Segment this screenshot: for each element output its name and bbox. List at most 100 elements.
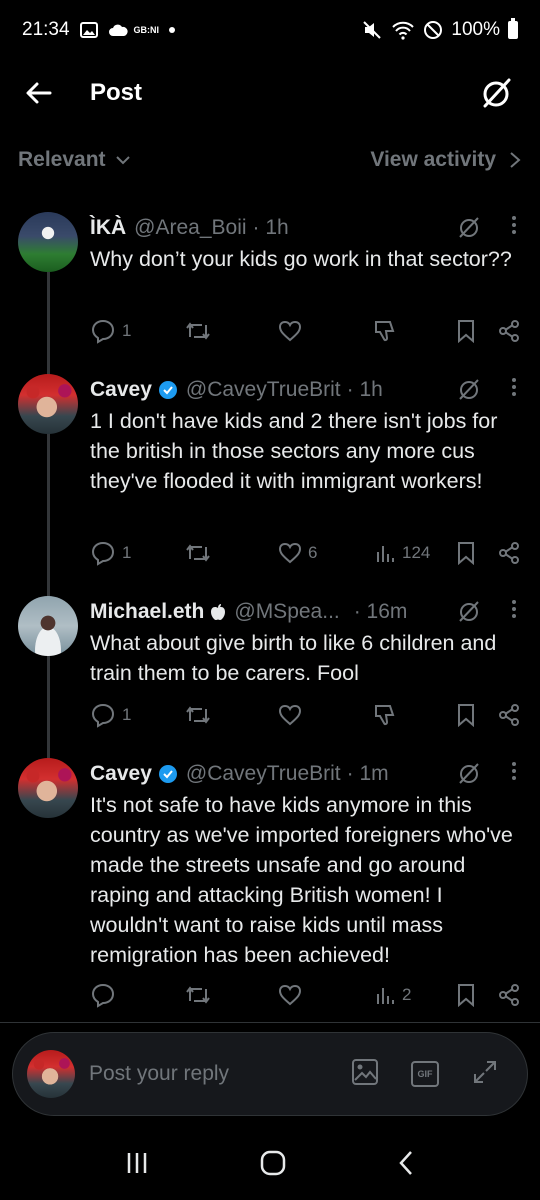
recent-apps-icon: [128, 1152, 147, 1173]
grok-icon[interactable]: [456, 376, 482, 408]
share-button[interactable]: [498, 316, 520, 346]
sort-dropdown[interactable]: Relevant: [18, 148, 132, 172]
chevron-down-icon: [115, 156, 130, 165]
bookmark-icon: [458, 542, 474, 565]
repost-button[interactable]: [184, 538, 212, 568]
share-icon: [499, 542, 519, 564]
view-activity-label: View activity: [370, 148, 496, 171]
comment-icon: [91, 983, 115, 1008]
author-handle[interactable]: @CaveyTrueBrit: [186, 762, 341, 786]
author-name[interactable]: Michael.eth: [90, 600, 204, 624]
reply-button[interactable]: 1: [90, 538, 131, 568]
share-button[interactable]: [498, 538, 520, 568]
recent-apps-button[interactable]: [124, 1150, 150, 1181]
top-bar: Post: [0, 60, 540, 126]
views-chart-icon: [377, 546, 394, 562]
more-options-icon[interactable]: [510, 214, 518, 242]
grok-icon[interactable]: [456, 214, 482, 246]
sort-label: Relevant: [18, 148, 106, 171]
more-options-icon[interactable]: [510, 598, 518, 626]
author-handle[interactable]: @CaveyTrueBrit: [186, 378, 341, 402]
grok-icon: [483, 78, 511, 108]
reply-button[interactable]: 1: [90, 316, 131, 346]
heart-icon: [278, 542, 302, 564]
author-name[interactable]: Cavey: [90, 378, 152, 402]
repost-icon: [186, 544, 210, 562]
battery-icon: [508, 18, 518, 39]
heart-icon: [278, 984, 302, 1006]
avatar[interactable]: [18, 374, 78, 434]
post-time: · 1h: [252, 216, 289, 239]
bookmark-icon: [458, 984, 474, 1007]
avatar: [27, 1050, 75, 1098]
chevron-right-icon: [510, 152, 521, 168]
post-text: 1 I don't have kids and 2 there isn't jo…: [90, 409, 498, 493]
views-button[interactable]: 124: [374, 538, 430, 568]
share-button[interactable]: [498, 980, 520, 1010]
repost-icon: [186, 986, 210, 1004]
dislike-button[interactable]: [372, 700, 398, 730]
bookmark-button[interactable]: [456, 700, 476, 730]
view-activity-link[interactable]: View activity: [370, 148, 522, 172]
bookmark-button[interactable]: [456, 980, 476, 1010]
wifi-icon: [391, 20, 415, 40]
expand-button[interactable]: [471, 1058, 499, 1091]
reply-button[interactable]: [90, 980, 116, 1010]
bookmark-button[interactable]: [456, 538, 476, 568]
author-handle[interactable]: @Area_Boii: [134, 216, 246, 240]
reply-input[interactable]: Post your reply: [89, 1062, 229, 1086]
heart-icon: [278, 320, 302, 342]
network-label: GB:NI: [133, 25, 160, 35]
like-button[interactable]: [278, 980, 302, 1010]
nav-back-button[interactable]: [396, 1149, 416, 1182]
author-name[interactable]: Cavey: [90, 762, 152, 786]
views-chart-icon: [377, 988, 394, 1004]
mute-icon: [361, 19, 383, 41]
heart-icon: [278, 704, 302, 726]
bookmark-button[interactable]: [456, 316, 476, 346]
post-time: · 1m: [346, 762, 389, 785]
reply-composer[interactable]: Post your reply GIF: [12, 1032, 528, 1116]
verified-badge-icon: [158, 380, 178, 400]
reply-button[interactable]: 1: [90, 700, 131, 730]
like-button[interactable]: [278, 316, 302, 346]
repost-icon: [186, 706, 210, 724]
views-button[interactable]: 2: [374, 980, 411, 1010]
avatar[interactable]: [18, 758, 78, 818]
post-time: · 16m: [353, 600, 408, 623]
grok-icon[interactable]: [456, 598, 482, 630]
dislike-button[interactable]: [372, 316, 398, 346]
comment-icon: [91, 541, 115, 566]
like-button[interactable]: [278, 700, 302, 730]
page-title: Post: [90, 79, 143, 106]
post-text: It's not safe to have kids anymore in th…: [90, 793, 513, 967]
reply-count: 1: [122, 543, 132, 562]
notification-dot: [169, 27, 176, 33]
post-text: What about give birth to like 6 children…: [90, 631, 497, 685]
back-button[interactable]: [24, 69, 72, 117]
share-button[interactable]: [498, 700, 520, 730]
avatar[interactable]: [18, 212, 78, 272]
author-name[interactable]: ÌKÀ: [90, 216, 126, 240]
image-icon: [352, 1058, 378, 1085]
post-time: · 1h: [346, 378, 383, 401]
grok-button[interactable]: [476, 73, 516, 113]
like-button[interactable]: 6: [278, 538, 317, 568]
gallery-icon: [79, 21, 98, 39]
author-handle[interactable]: @MSpea...: [234, 600, 339, 624]
gif-button[interactable]: GIF: [411, 1061, 439, 1087]
more-options-icon[interactable]: [510, 376, 518, 404]
repost-button[interactable]: [184, 980, 212, 1010]
grok-icon[interactable]: [456, 760, 482, 792]
comment-icon: [91, 319, 115, 344]
action-bar: 1 6 124: [90, 538, 522, 568]
image-button[interactable]: [351, 1058, 379, 1091]
more-options-icon[interactable]: [510, 760, 518, 788]
downvote-icon: [375, 705, 395, 726]
home-button[interactable]: [259, 1149, 287, 1182]
divider: [0, 1022, 540, 1023]
repost-button[interactable]: [184, 700, 212, 730]
cloud-icon: [108, 23, 128, 37]
repost-button[interactable]: [184, 316, 212, 346]
avatar[interactable]: [18, 596, 78, 656]
